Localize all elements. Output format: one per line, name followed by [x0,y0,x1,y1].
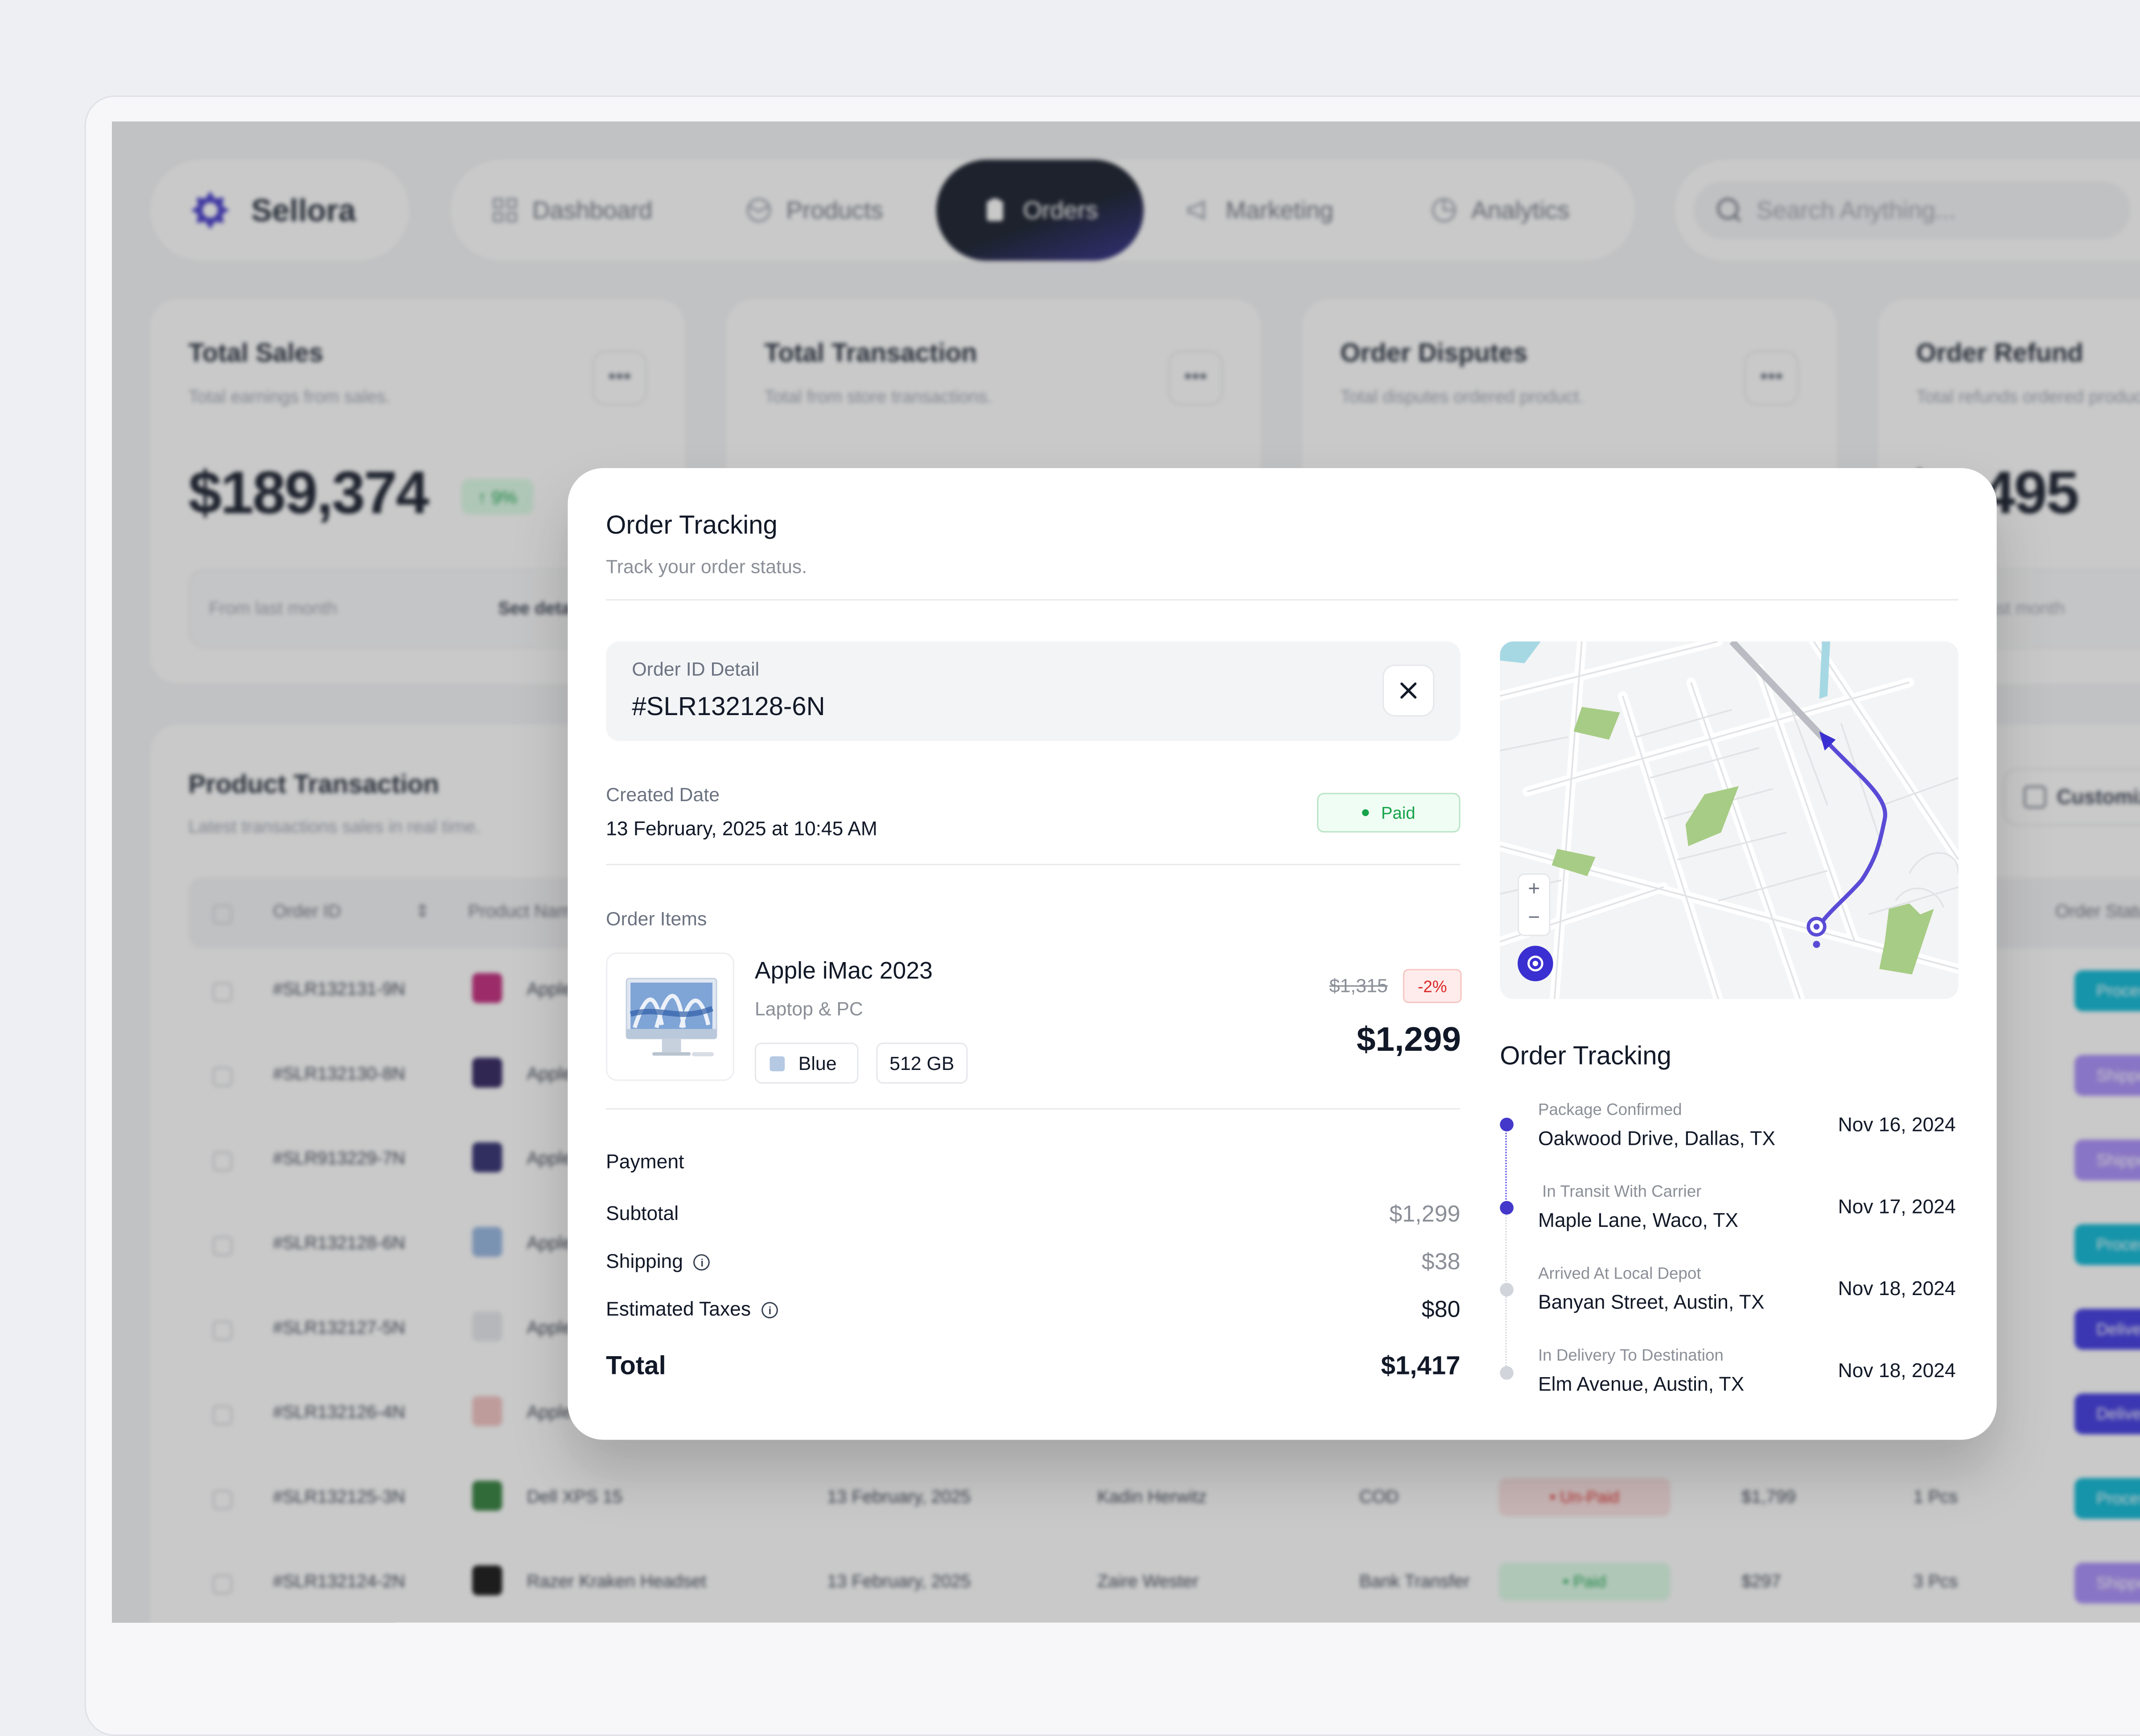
taxes-value: $80 [1421,1296,1461,1323]
tracking-title: Order Tracking [1500,1042,1671,1072]
info-icon[interactable]: i [761,1302,778,1319]
step-dot-icon [1500,1118,1514,1131]
locate-button[interactable] [1518,946,1553,982]
imac-icon [626,978,717,1057]
total-value: $1,417 [1381,1352,1461,1381]
taxes-key: Estimated Taxes i [606,1299,778,1321]
product-category: Laptop & PC [754,997,863,1020]
order-id-label: Order ID Detail [632,658,760,680]
color-swatch [770,1055,785,1071]
order-id-field[interactable]: Order ID Detail #SLR132128-6N [606,641,1461,741]
step-label: Package Confirmed [1538,1100,1682,1119]
step-dot-icon [1500,1366,1514,1380]
step-label: In Delivery To Destination [1538,1345,1724,1365]
product-name: Apple iMac 2023 [754,956,933,984]
map-illustration [1500,641,1959,999]
payment-section-label: Payment [606,1152,684,1174]
step-label: In Transit With Carrier [1542,1181,1702,1201]
divider [606,864,1461,865]
modal-subtitle: Track your order status. [606,555,807,577]
step-dot-icon [1500,1201,1514,1215]
order-id-value: #SLR132128-6N [632,693,825,722]
divider [606,1108,1461,1110]
step-location: Banyan Street, Austin, TX [1538,1292,1765,1314]
zoom-out-button[interactable]: − [1519,904,1549,932]
step-label: Arrived At Local Depot [1538,1263,1701,1283]
tracking-map[interactable]: + − [1500,641,1959,999]
subtotal-row: Subtotal $1,299 [606,1201,1461,1234]
shipping-value: $38 [1421,1248,1461,1275]
subtotal-value: $1,299 [1389,1201,1461,1227]
product-price: $1,299 [1356,1020,1461,1059]
step-dot-icon [1500,1283,1514,1297]
timeline-connector [1505,1132,1508,1208]
shipping-row: Shipping i $38 [606,1248,1461,1281]
step-location: Elm Avenue, Austin, TX [1538,1374,1745,1396]
payment-status-badge: Paid [1317,793,1461,833]
taxes-row: Estimated Taxes i $80 [606,1296,1461,1329]
original-price: $1,315 [1329,974,1388,996]
subtotal-label: Subtotal [606,1203,679,1226]
locate-icon [1527,955,1543,971]
step-location: Oakwood Drive, Dallas, TX [1538,1128,1775,1151]
modal-title: Order Tracking [606,511,778,541]
color-option: Blue [754,1042,859,1084]
taxes-label: Estimated Taxes [606,1299,751,1321]
total-label: Total [606,1352,666,1381]
zoom-controls: + − [1518,873,1551,936]
color-label: Blue [798,1052,837,1074]
step-date: Nov 16, 2024 [1838,1115,1956,1137]
status-dot-icon [1362,809,1369,816]
discount-badge: -2% [1403,969,1462,1003]
shipping-key: Shipping i [606,1251,711,1274]
step-date: Nov 18, 2024 [1838,1361,1956,1382]
step-date: Nov 17, 2024 [1838,1197,1956,1219]
divider [606,599,1959,601]
step-location: Maple Lane, Waco, TX [1538,1210,1739,1233]
product-image [606,952,734,1081]
order-tracking-modal: Order Tracking Track your order status. … [568,468,1997,1440]
storage-option: 512 GB [876,1042,968,1084]
zoom-in-button[interactable]: + [1519,875,1549,903]
order-items-label: Order Items [606,907,707,930]
created-date-label: Created Date [606,783,720,806]
created-date-value: 13 February, 2025 at 10:45 AM [606,819,877,841]
close-button[interactable] [1382,664,1435,717]
storage-label: 512 GB [889,1052,955,1074]
shipping-label: Shipping [606,1251,683,1274]
info-icon[interactable]: i [694,1254,711,1271]
step-date: Nov 18, 2024 [1838,1279,1956,1301]
close-icon [1400,682,1417,699]
payment-status-text: Paid [1381,803,1416,823]
